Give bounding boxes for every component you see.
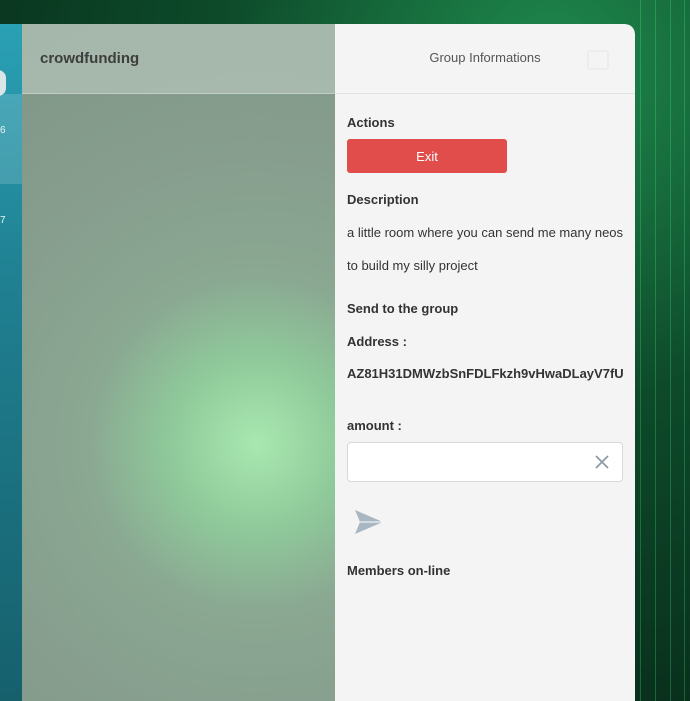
sidebar-item-active[interactable] [0, 94, 22, 184]
sidebar-badge: 6 [0, 125, 6, 136]
chat-panel: crowdfunding [22, 24, 335, 701]
close-icon[interactable] [594, 454, 610, 470]
members-label: Members on-line [347, 563, 451, 578]
description-label: Description [347, 192, 419, 207]
actions-label: Actions [347, 115, 395, 130]
conversation-sidebar: 6 7 [0, 24, 22, 701]
sidebar-badge: 7 [0, 215, 6, 226]
app-window: crowdfunding Group Informations Actions … [22, 24, 635, 701]
bg-line [640, 0, 641, 701]
description-text: a little room where you can send me many… [347, 225, 624, 240]
chat-header: crowdfunding [22, 24, 335, 94]
info-icon[interactable] [587, 50, 609, 70]
send-label: Send to the group [347, 301, 459, 316]
address-value: AZ81H31DMWzbSnFDLFkzh9vHwaDLayV7fU [347, 366, 624, 381]
avatar[interactable] [0, 70, 6, 96]
address-label: Address : [347, 334, 407, 349]
description-text: to build my silly project [347, 258, 478, 273]
amount-field[interactable] [347, 442, 623, 482]
amount-input[interactable] [356, 449, 580, 475]
amount-label: amount : [347, 418, 402, 433]
send-icon[interactable] [353, 506, 385, 538]
chat-title: crowdfunding [40, 50, 140, 67]
bg-line [684, 0, 685, 701]
bg-line [670, 0, 671, 701]
group-info-panel: Group Informations Actions Exit Descript… [335, 24, 635, 701]
info-header: Group Informations [335, 24, 635, 94]
bg-line [655, 0, 656, 701]
exit-button[interactable]: Exit [347, 139, 507, 173]
